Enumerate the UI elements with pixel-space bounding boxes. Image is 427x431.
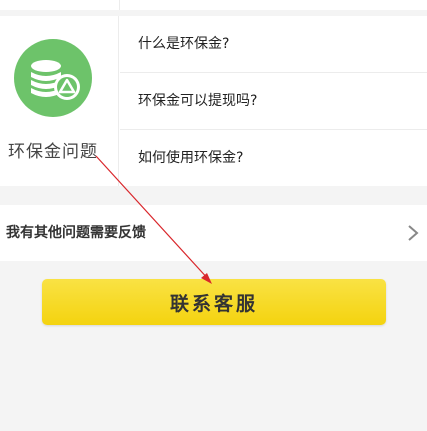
faq-category[interactable]: 环保金问题	[0, 16, 119, 186]
faq-question-item[interactable]: 环保金可以提现吗?	[120, 73, 427, 130]
column-divider	[119, 0, 120, 10]
faq-card: 环保金问题 什么是环保金? 环保金可以提现吗? 如何使用环保金?	[0, 16, 427, 186]
contact-customer-service-button[interactable]: 联系客服	[42, 279, 386, 325]
faq-question-item[interactable]: 如何使用环保金?	[120, 130, 427, 187]
chevron-right-icon	[408, 225, 419, 241]
feedback-row[interactable]: 我有其他问题需要反馈	[0, 205, 427, 261]
previous-section-strip	[0, 0, 427, 10]
coin-stack-recycle-icon	[14, 39, 92, 117]
feedback-label: 我有其他问题需要反馈	[6, 225, 146, 241]
faq-category-label: 环保金问题	[8, 142, 98, 162]
faq-question-item[interactable]: 什么是环保金?	[120, 16, 427, 73]
faq-question-list: 什么是环保金? 环保金可以提现吗? 如何使用环保金?	[120, 16, 427, 186]
